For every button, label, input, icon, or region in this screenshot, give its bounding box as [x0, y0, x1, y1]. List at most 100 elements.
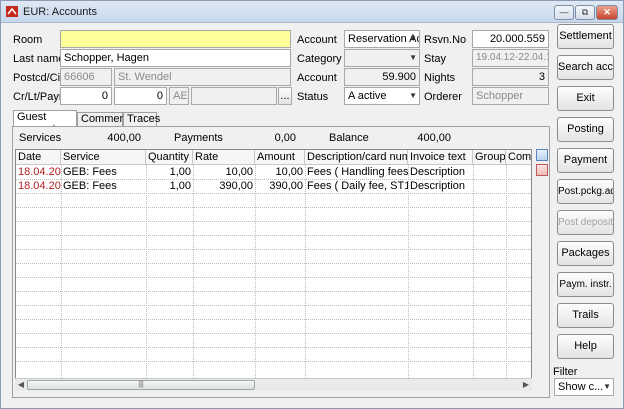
row-separator	[16, 347, 531, 348]
balance-value: 400,00	[417, 132, 451, 144]
table-row-2-com[interactable]	[506, 180, 531, 193]
status-value: A active	[348, 90, 387, 102]
reservation-number-label: Rsvn.No	[424, 34, 467, 46]
table-row-1-group[interactable]	[473, 166, 506, 179]
accounts-window: EUR: Accounts — ⧉ ✕ Room Last name Schop…	[0, 0, 624, 409]
search-account-button[interactable]: Search acc.	[557, 55, 614, 80]
app-icon	[6, 6, 18, 17]
table-row-2-invoice-text[interactable]: Description	[408, 180, 473, 193]
row-separator	[16, 263, 531, 264]
table-row-1-service[interactable]: GEB: Fees	[61, 166, 146, 179]
filter-select[interactable]: Show c... ▼	[554, 378, 614, 396]
category-label: Category	[297, 53, 342, 65]
lt-input[interactable]: 0	[114, 87, 167, 105]
post-deposit-button[interactable]: Post deposit	[557, 210, 614, 235]
row-separator	[16, 207, 531, 208]
services-label: Services	[19, 132, 62, 144]
chevron-down-icon: ▼	[409, 53, 417, 62]
table-row-1-amount[interactable]: 10,00	[255, 166, 305, 179]
reservation-number-field: 20.000.559	[472, 30, 549, 48]
column-header-rate[interactable]: Rate	[193, 150, 255, 165]
table-row-1-date[interactable]: 18.04.2012	[16, 166, 61, 179]
horizontal-scrollbar[interactable]: ◀ ||| ▶	[15, 378, 532, 391]
posting-button[interactable]: Posting	[557, 117, 614, 142]
settlement-button[interactable]: Settlement	[557, 24, 614, 49]
account-type-select[interactable]: Reservation Acc ▼	[344, 30, 420, 48]
help-button[interactable]: Help	[557, 334, 614, 359]
scrollbar-thumb[interactable]: |||	[27, 380, 255, 390]
close-icon: ✕	[603, 7, 611, 17]
column-header-group[interactable]: Group.	[473, 150, 506, 165]
account-number-label: Account	[297, 72, 337, 84]
close-button[interactable]: ✕	[596, 5, 618, 20]
last-name-label: Last name	[13, 53, 65, 65]
postcode-input[interactable]: 66606	[60, 68, 112, 86]
table-row-1-com[interactable]	[506, 166, 531, 179]
column-header-amount[interactable]: Amount	[255, 150, 305, 165]
column-header-service[interactable]: Service	[61, 150, 146, 165]
tab-guest-account[interactable]: Guest account	[13, 110, 77, 135]
credit-limit-input[interactable]: 0	[60, 87, 112, 105]
table-row-1-description[interactable]: Fees ( Handling fees, ST1	[305, 166, 408, 179]
stay-field: 19.04.12-22.04.12	[472, 49, 549, 67]
column-header-description[interactable]: Description/card number	[305, 150, 408, 165]
restore-icon: ⧉	[581, 7, 589, 17]
payment-button[interactable]: Payment	[557, 148, 614, 173]
chevron-down-icon: ▼	[409, 91, 417, 100]
row-separator	[16, 235, 531, 236]
row-separator	[16, 193, 531, 194]
orderer-label: Orderer	[424, 91, 462, 103]
status-label: Status	[297, 91, 329, 103]
exit-button[interactable]: Exit	[557, 86, 614, 111]
grid-settings-icon[interactable]	[536, 149, 548, 161]
filter-value: Show c...	[558, 381, 604, 393]
table-row-2-rate[interactable]: 390,00	[193, 180, 255, 193]
chevron-down-icon: ▼	[603, 382, 611, 391]
table-row-2-quantity[interactable]: 1,00	[146, 180, 193, 193]
account-number-field: 59.900	[344, 68, 420, 86]
table-row-2-group[interactable]	[473, 180, 506, 193]
minimize-button[interactable]: —	[554, 5, 574, 20]
balance-label: Balance	[329, 132, 369, 144]
last-name-input[interactable]: Schopper, Hagen	[60, 49, 291, 67]
scroll-right-icon[interactable]: ▶	[520, 379, 532, 391]
table-row-1-quantity[interactable]: 1,00	[146, 166, 193, 179]
row-separator	[16, 221, 531, 222]
table-row-2-service[interactable]: GEB: Fees	[61, 180, 146, 193]
title-bar[interactable]: EUR: Accounts — ⧉ ✕	[1, 1, 623, 23]
services-value: 400,00	[107, 132, 141, 144]
table-row-2-date[interactable]: 18.04.2012	[16, 180, 61, 193]
payment-instruction-button[interactable]: Paym. instr.	[557, 272, 614, 297]
status-select[interactable]: A active ▼	[344, 87, 420, 105]
tab-traces[interactable]: Traces	[123, 112, 160, 126]
payment-browse-button[interactable]: ...	[278, 87, 292, 105]
tab-comment[interactable]: Comment	[77, 112, 129, 126]
row-separator	[16, 277, 531, 278]
packages-button[interactable]: Packages	[557, 241, 614, 266]
trails-button[interactable]: Trails	[557, 303, 614, 328]
grid-layout-icon[interactable]	[536, 164, 548, 176]
nights-field: 3	[472, 68, 549, 86]
table-row-1-rate[interactable]: 10,00	[193, 166, 255, 179]
column-header-date[interactable]: Date	[16, 150, 61, 165]
city-input[interactable]: St. Wendel	[114, 68, 291, 86]
filter-label: Filter	[553, 366, 578, 378]
row-separator	[16, 333, 531, 334]
column-header-com[interactable]: Com.	[506, 150, 531, 165]
payments-value: 0,00	[274, 132, 296, 144]
column-header-quantity[interactable]: Quantity	[146, 150, 193, 165]
restore-button[interactable]: ⧉	[575, 5, 595, 20]
column-header-invoice-text[interactable]: Invoice text	[408, 150, 473, 165]
table-row-2-description[interactable]: Fees ( Daily fee, ST1 )	[305, 180, 408, 193]
room-input[interactable]	[60, 30, 291, 48]
row-separator	[16, 319, 531, 320]
payment-extra-input[interactable]	[191, 87, 277, 105]
category-select[interactable]: ▼	[344, 49, 420, 67]
table-row-1-invoice-text[interactable]: Description	[408, 166, 473, 179]
payment-code-input[interactable]: AE	[169, 87, 189, 105]
scroll-left-icon[interactable]: ◀	[15, 379, 27, 391]
post-package-advance-button[interactable]: Post.pckg.adv.	[557, 179, 614, 204]
row-separator	[16, 291, 531, 292]
row-separator	[16, 249, 531, 250]
table-row-2-amount[interactable]: 390,00	[255, 180, 305, 193]
